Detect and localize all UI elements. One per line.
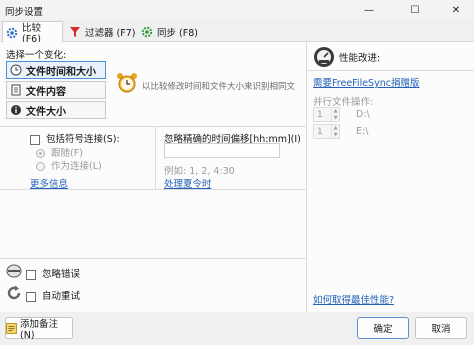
add-note-label: 添加备注(N) — [20, 318, 59, 341]
dst-link[interactable]: 处理夏令时 — [164, 176, 212, 190]
symlinks-checkbox[interactable] — [30, 134, 40, 145]
performance-title: 性能改进: — [339, 53, 381, 64]
symlinks-label: 包括符号连接(S): — [46, 134, 120, 145]
filter-icon — [69, 26, 81, 38]
sync-gear-icon — [141, 26, 153, 38]
title-bar: 同步设置 — ☐ ✕ — [0, 0, 474, 20]
radio-follow-button[interactable] — [36, 149, 45, 158]
variant-content-label: 文件内容 — [26, 86, 66, 98]
drive-label: E:\ — [356, 126, 369, 137]
time-offset-input[interactable] — [164, 143, 280, 158]
auto-retry-label: 自动重试 — [42, 291, 81, 302]
radio-as-link-button[interactable] — [36, 162, 45, 171]
note-icon — [6, 322, 17, 334]
gear-icon — [6, 27, 18, 39]
variant-description: 以比较修改时间和文件大小来识别相同文 — [142, 82, 296, 92]
panel-divider — [306, 42, 307, 312]
drive-label: D:\ — [356, 109, 370, 120]
donate-link[interactable]: 需要FreeFileSync捐赠版 — [313, 75, 419, 89]
tab-compare[interactable]: 比较 (F6) — [2, 21, 63, 45]
parallel-count-stepper[interactable]: 1 ▲ ▼ — [313, 107, 340, 122]
parallel-label: 并行文件操作: — [313, 97, 374, 108]
variant-size-label: 文件大小 — [26, 106, 66, 118]
stepper-arrows[interactable]: ▲ ▼ — [331, 125, 339, 138]
ok-button[interactable]: 确定 — [357, 317, 409, 339]
maximize-button[interactable]: ☐ — [392, 0, 438, 20]
ignore-errors-icon — [6, 264, 22, 281]
variant-time-size-button[interactable]: 文件时间和大小 — [6, 61, 106, 79]
tab-sync[interactable]: 同步 (F8) — [138, 21, 200, 42]
variant-content-button[interactable]: 文件内容 — [6, 81, 106, 99]
radio-follow[interactable]: 跟随(F) — [36, 145, 83, 159]
parallel-count-value: 1 — [317, 127, 323, 137]
variant-time-size-label: 文件时间和大小 — [26, 66, 96, 78]
divider — [0, 258, 306, 259]
retry-icon — [6, 285, 22, 304]
minimize-button[interactable]: — — [346, 0, 392, 20]
time-offset-example: 例如: 1, 2, 4:30 — [164, 166, 235, 177]
auto-retry-checkbox[interactable] — [26, 291, 36, 302]
variant-size-button[interactable]: 文件大小 — [6, 101, 106, 119]
document-icon — [10, 84, 22, 96]
auto-retry-option[interactable]: 自动重试 — [26, 288, 80, 302]
parallel-count-value: 1 — [317, 110, 323, 120]
cancel-button[interactable]: 取消 — [415, 317, 467, 339]
ignore-errors-option[interactable]: 忽略错误 — [26, 266, 80, 280]
tab-filter-label: 过滤器 (F7) — [85, 27, 136, 39]
ignore-errors-checkbox[interactable] — [26, 269, 36, 280]
ignore-errors-label: 忽略错误 — [42, 269, 81, 280]
add-note-button[interactable]: 添加备注(N) — [5, 317, 73, 341]
clock-icon — [10, 64, 22, 76]
tab-sync-label: 同步 (F8) — [157, 27, 198, 39]
variant-heading: 选择一个变化: — [6, 50, 67, 61]
radio-as-link[interactable]: 作为连接(L) — [36, 158, 102, 172]
tab-filter[interactable]: 过滤器 (F7) — [66, 21, 136, 42]
info-icon — [10, 104, 22, 116]
divider — [155, 127, 156, 189]
parallel-count-stepper[interactable]: 1 ▲ ▼ — [313, 124, 340, 139]
more-info-link[interactable]: 更多信息 — [30, 176, 68, 190]
window-controls: — ☐ ✕ — [346, 0, 474, 20]
alarm-clock-icon — [116, 72, 138, 97]
divider — [0, 126, 306, 127]
radio-as-link-label: 作为连接(L) — [51, 161, 102, 172]
symlinks-option[interactable]: 包括符号连接(S): — [30, 131, 120, 145]
close-button[interactable]: ✕ — [438, 0, 474, 20]
best-performance-link[interactable]: 如何取得最佳性能? — [313, 292, 394, 306]
window-title: 同步设置 — [5, 7, 44, 18]
tab-bar: 比较 (F6) 过滤器 (F7) 同步 (F8) — [0, 20, 474, 45]
speedometer-icon — [313, 46, 335, 71]
stepper-arrows[interactable]: ▲ ▼ — [331, 108, 339, 121]
